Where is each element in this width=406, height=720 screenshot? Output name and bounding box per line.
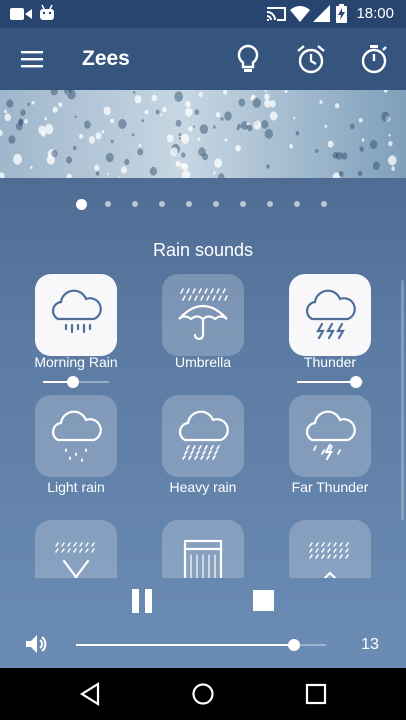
slider-fill [297,381,356,383]
cloud-lightning-icon [305,289,356,340]
page-dot[interactable] [267,201,273,207]
wifi-icon [290,6,310,22]
speaker-icon[interactable] [24,632,48,656]
stop-icon[interactable] [253,590,274,611]
video-camera-icon [10,8,32,20]
cloud-heavy-rain-icon [178,410,229,460]
rain-on-roof-icon [309,542,349,578]
sound-tile[interactable] [162,395,244,477]
android-icon [40,4,54,20]
sound-volume-slider[interactable] [297,375,363,389]
lightbulb-icon[interactable] [232,43,264,75]
page-dot[interactable] [105,201,111,207]
home-icon[interactable] [191,682,215,706]
sound-tile[interactable] [162,274,244,356]
sound-tile[interactable] [162,520,244,578]
rain-drops-pattern [0,90,397,178]
sound-tile[interactable] [289,395,371,477]
rain-on-window-icon [183,539,223,578]
app-bar: Zees [0,28,406,90]
carousel-indicator [0,197,406,211]
sound-label: Morning Rain [34,354,118,370]
sound-tile[interactable] [35,520,117,578]
sound-tile[interactable] [289,274,371,356]
cloud-light-rain-icon [51,410,102,462]
section-title: Rain sounds [152,240,254,260]
recents-icon[interactable] [304,682,328,706]
rain-on-tent-icon [55,542,95,578]
signal-icon [313,5,330,22]
menu-icon[interactable] [18,43,50,75]
page-dot[interactable] [240,201,246,207]
sound-label: Thunder [303,354,357,370]
sound-label: Heavy rain [169,479,237,495]
battery-charging-icon [336,4,347,23]
page-dot[interactable] [132,201,138,207]
cloud-far-thunder-icon [305,410,356,461]
sound-tile[interactable] [289,520,371,578]
app-title: Zees [82,47,130,70]
sound-tile[interactable] [35,274,117,356]
page-dot[interactable] [213,201,219,207]
master-volume-slider[interactable] [76,638,326,652]
page-dot[interactable] [294,201,300,207]
rain-drops-banner-image [0,90,406,178]
umbrella-rain-icon [178,288,228,341]
sound-label: Umbrella [174,354,231,370]
stopwatch-icon[interactable] [358,43,390,75]
status-time: 18:00 [356,5,394,22]
back-icon[interactable] [78,682,102,706]
sound-label: Light rain [47,479,105,495]
alarm-clock-icon[interactable] [295,43,327,75]
cloud-drizzle-icon [51,289,102,334]
volume-value: 13 [361,636,379,653]
sound-tile[interactable] [35,395,117,477]
slider-thumb[interactable] [350,376,362,388]
status-bar: 18:00 [0,0,406,28]
sound-label: Far Thunder [291,479,369,495]
sound-volume-slider[interactable] [43,375,109,389]
slider-thumb[interactable] [67,376,79,388]
page-dot[interactable] [75,199,87,210]
page-dot[interactable] [159,201,165,207]
volume-fill [76,644,294,646]
page-dot[interactable] [186,201,192,207]
navigation-bar [0,668,406,720]
sound-grid: Morning Rain Umbrella Thunder Light rain Hea… [0,272,406,578]
scroll-indicator[interactable] [401,280,404,520]
pause-icon[interactable] [130,588,156,614]
cast-icon [266,7,286,21]
page-dot[interactable] [321,201,327,207]
player-controls: 13 [0,578,406,668]
volume-thumb[interactable] [288,639,300,651]
